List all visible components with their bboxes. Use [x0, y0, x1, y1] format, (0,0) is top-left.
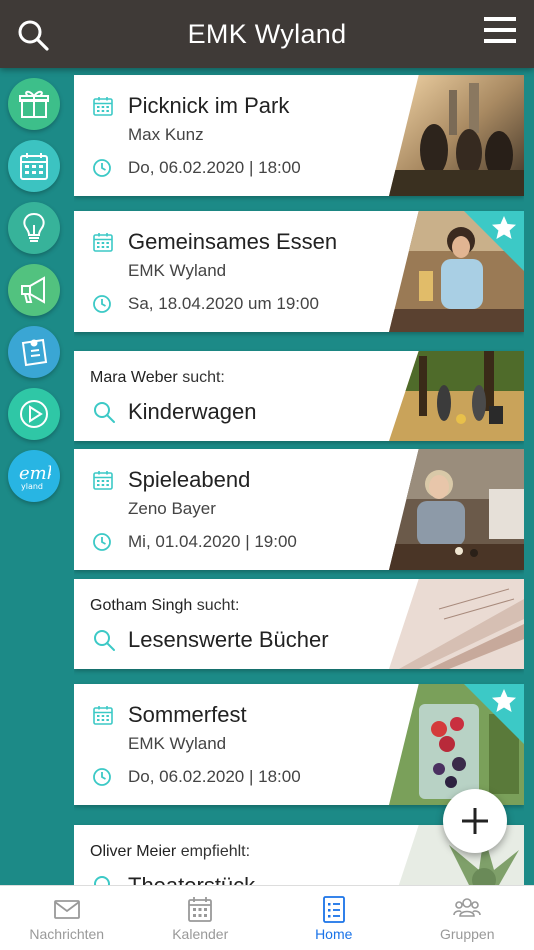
tab-kalender[interactable]: Kalender: [134, 886, 268, 950]
event-card[interactable]: Gemeinsames Essen EMK Wyland Sa, 18.04.2…: [74, 211, 524, 332]
clock-icon: [93, 768, 111, 786]
post-author-line: Mara Weber sucht:: [90, 369, 225, 387]
post-author-line: Gotham Singh sucht:: [90, 597, 239, 615]
add-button[interactable]: [443, 789, 507, 853]
calendar-icon: [20, 153, 48, 180]
recommend-icon: [94, 876, 110, 885]
event-datetime: Sa, 18.04.2020 um 19:00: [128, 294, 319, 313]
megaphone-icon: [21, 276, 45, 304]
bottom-tab-bar: Nachrichten Kalender Home Gruppen: [0, 885, 534, 950]
post-image: [389, 351, 524, 441]
plus-icon: [462, 808, 488, 834]
group-icon: [453, 898, 482, 917]
post-verb: empfiehlt:: [180, 843, 251, 860]
page-title: EMK Wyland: [187, 18, 347, 49]
tab-label: Kalender: [172, 926, 229, 942]
gift-icon: [19, 90, 49, 118]
home-feed[interactable]: Picknick im Park Max Kunz Do, 06.02.2020…: [74, 0, 524, 885]
event-card[interactable]: Sommerfest EMK Wyland Do, 06.02.2020 | 1…: [74, 684, 524, 805]
app-header: EMK Wyland: [0, 0, 534, 68]
lightbulb-icon: [23, 212, 45, 242]
search-card[interactable]: Gotham Singh sucht: Lesenswerte Bücher: [74, 579, 524, 669]
calendar-icon: [93, 233, 113, 252]
post-image: [389, 579, 524, 669]
event-card[interactable]: Spieleabend Zeno Bayer Mi, 01.04.2020 | …: [74, 449, 524, 570]
gift-button[interactable]: [8, 78, 60, 130]
post-author-line: Oliver Meier empfiehlt:: [90, 843, 250, 861]
list-icon: [322, 896, 345, 923]
event-organizer: EMK Wyland: [128, 261, 227, 280]
post-author: Oliver Meier: [90, 843, 177, 860]
clock-icon: [93, 159, 111, 177]
post-author: Mara Weber: [90, 369, 178, 386]
clock-icon: [93, 533, 111, 551]
search-card[interactable]: Mara Weber sucht: Kinderwagen: [74, 351, 524, 441]
announcements-button[interactable]: [8, 264, 60, 316]
favorite-star-icon[interactable]: [464, 684, 524, 744]
event-organizer: Zeno Bayer: [128, 499, 216, 518]
tab-home[interactable]: Home: [267, 886, 401, 950]
event-datetime: Mi, 01.04.2020 | 19:00: [128, 532, 297, 551]
play-icon: [20, 400, 48, 428]
tab-label: Nachrichten: [29, 926, 105, 942]
search-icon: [94, 630, 115, 651]
svg-text:emk: emk: [19, 463, 51, 484]
event-title: Gemeinsames Essen: [128, 229, 338, 254]
tab-gruppen[interactable]: Gruppen: [401, 886, 534, 950]
media-button[interactable]: [8, 388, 60, 440]
tab-label: Home: [315, 926, 353, 942]
ideas-button[interactable]: [8, 202, 60, 254]
category-rail: emk yland: [8, 78, 60, 512]
post-title: Kinderwagen: [128, 399, 257, 424]
post-verb: sucht:: [196, 597, 240, 614]
post-title: Lesenswerte Bücher: [128, 627, 329, 652]
event-title: Sommerfest: [128, 702, 247, 727]
search-icon[interactable]: [16, 18, 50, 52]
post-author: Gotham Singh: [90, 597, 193, 614]
event-organizer: Max Kunz: [128, 125, 204, 144]
tab-nachrichten[interactable]: Nachrichten: [0, 886, 134, 950]
svg-text:yland: yland: [21, 482, 43, 491]
search-icon: [94, 402, 115, 423]
favorite-star-icon[interactable]: [464, 211, 524, 271]
calendar-icon: [93, 706, 113, 725]
emk-logo-button[interactable]: emk yland: [8, 450, 60, 502]
pinboard-button[interactable]: [8, 326, 60, 378]
post-verb: sucht:: [182, 369, 225, 386]
clock-icon: [93, 295, 111, 313]
event-title: Picknick im Park: [128, 93, 290, 118]
tab-label: Gruppen: [440, 926, 495, 942]
event-datetime: Do, 06.02.2020 | 18:00: [128, 158, 301, 177]
post-title: Theaterstück: [128, 873, 255, 885]
event-card[interactable]: Picknick im Park Max Kunz Do, 06.02.2020…: [74, 75, 524, 196]
calendar-icon: [188, 897, 213, 922]
event-title: Spieleabend: [128, 467, 251, 492]
calendar-icon: [93, 97, 113, 116]
hamburger-menu-icon[interactable]: [484, 16, 516, 44]
mail-icon: [53, 900, 80, 919]
event-image: [389, 449, 524, 570]
event-image: [389, 75, 524, 196]
event-datetime: Do, 06.02.2020 | 18:00: [128, 767, 301, 786]
event-organizer: EMK Wyland: [128, 734, 227, 753]
calendar-icon: [93, 471, 113, 490]
calendar-button[interactable]: [8, 140, 60, 192]
emk-logo: emk yland: [19, 463, 51, 491]
pinned-note-icon: [21, 338, 48, 367]
